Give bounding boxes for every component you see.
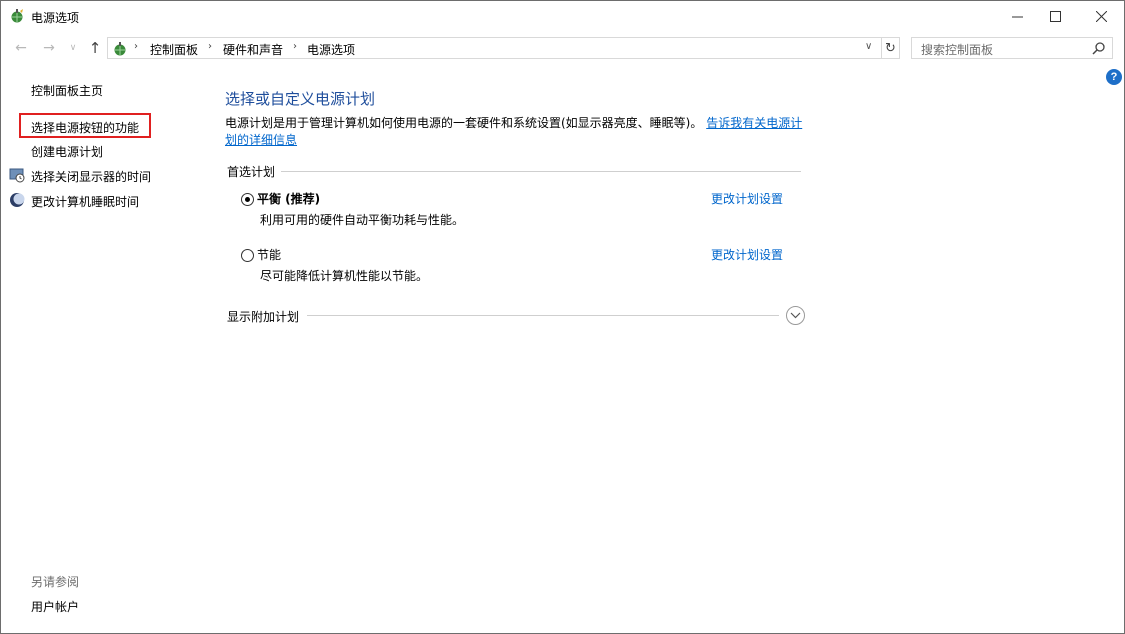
section-divider bbox=[307, 315, 779, 316]
recent-locations-button[interactable]: ∨ bbox=[63, 37, 83, 59]
power-saver-plan-description: 尽可能降低计算机性能以节能。 bbox=[260, 269, 429, 283]
navigation-bar: ← → ∨ ↑ › 控制面板 › 硬件和声音 › 电源选项 ∨ ↻ 搜索控制面板 bbox=[1, 33, 1124, 63]
breadcrumb-separator: › bbox=[134, 41, 138, 52]
search-icon bbox=[1092, 42, 1105, 55]
user-accounts-link[interactable]: 用户帐户 bbox=[31, 598, 79, 615]
breadcrumb-hardware-sound[interactable]: 硬件和声音 bbox=[223, 41, 283, 58]
power-saver-plan-name[interactable]: 节能 bbox=[257, 246, 281, 263]
chevron-down-icon bbox=[790, 312, 801, 319]
back-arrow-icon: ← bbox=[15, 40, 27, 56]
power-options-icon bbox=[11, 9, 23, 23]
balanced-plan-name[interactable]: 平衡 (推荐) bbox=[257, 190, 320, 207]
close-button[interactable] bbox=[1078, 1, 1124, 31]
search-placeholder: 搜索控制面板 bbox=[921, 43, 994, 57]
chevron-down-icon: ∨ bbox=[69, 43, 77, 53]
close-icon bbox=[1095, 10, 1107, 22]
maximize-button[interactable] bbox=[1032, 1, 1078, 31]
breadcrumb-separator[interactable]: › bbox=[293, 41, 297, 52]
refresh-button[interactable]: ↻ bbox=[882, 37, 900, 59]
window-title: 电源选项 bbox=[31, 11, 80, 25]
power-saver-change-settings-link[interactable]: 更改计划设置 bbox=[711, 246, 783, 263]
forward-arrow-icon: → bbox=[43, 40, 55, 56]
forward-button[interactable]: → bbox=[39, 37, 59, 59]
breadcrumb-separator[interactable]: › bbox=[208, 41, 212, 52]
sidebar-item-sleep-time[interactable]: 更改计算机睡眠时间 bbox=[31, 193, 139, 210]
search-input[interactable]: 搜索控制面板 bbox=[911, 37, 1113, 59]
breadcrumb-power-options[interactable]: 电源选项 bbox=[307, 41, 355, 58]
sidebar-item-power-button-function[interactable]: 选择电源按钮的功能 bbox=[31, 119, 139, 136]
page-title: 选择或自定义电源计划 bbox=[225, 90, 376, 108]
section-divider bbox=[279, 171, 801, 172]
balanced-plan-description: 利用可用的硬件自动平衡功耗与性能。 bbox=[260, 213, 465, 227]
see-also-heading: 另请参阅 bbox=[31, 575, 80, 589]
refresh-icon: ↻ bbox=[885, 40, 896, 56]
moon-icon bbox=[10, 193, 25, 207]
balanced-plan-radio[interactable] bbox=[241, 193, 254, 206]
preferred-plans-heading: 首选计划 bbox=[227, 163, 282, 180]
help-icon[interactable]: ? bbox=[1106, 69, 1122, 85]
show-additional-plans-label[interactable]: 显示附加计划 bbox=[227, 308, 306, 325]
title-bar: 电源选项 bbox=[1, 1, 1124, 31]
description-text: 电源计划是用于管理计算机如何使用电源的一套硬件和系统设置(如显示器亮度、睡眠等)… bbox=[225, 116, 703, 130]
minimize-icon bbox=[1011, 16, 1023, 17]
control-panel-icon bbox=[114, 42, 126, 56]
maximize-icon bbox=[1049, 10, 1061, 22]
display-clock-icon bbox=[9, 168, 25, 183]
back-button[interactable]: ← bbox=[11, 37, 31, 59]
balanced-change-settings-link[interactable]: 更改计划设置 bbox=[711, 190, 783, 207]
expand-additional-plans-button[interactable] bbox=[786, 306, 805, 325]
sidebar-item-display-off-time[interactable]: 选择关闭显示器的时间 bbox=[31, 168, 151, 185]
sidebar-item-create-power-plan[interactable]: 创建电源计划 bbox=[31, 143, 103, 160]
power-options-window: 电源选项 ← → ∨ ↑ › 控制面板 › 硬件和声音 › 电源选项 ∨ ↻ 搜… bbox=[0, 0, 1125, 634]
sidebar-control-panel-home[interactable]: 控制面板主页 bbox=[31, 82, 103, 99]
address-bar[interactable]: › 控制面板 › 硬件和声音 › 电源选项 ∨ bbox=[107, 37, 882, 59]
address-dropdown-icon[interactable]: ∨ bbox=[865, 41, 872, 52]
page-description: 电源计划是用于管理计算机如何使用电源的一套硬件和系统设置(如显示器亮度、睡眠等)… bbox=[225, 115, 805, 149]
up-button[interactable]: ↑ bbox=[85, 37, 105, 59]
power-saver-plan-radio[interactable] bbox=[241, 249, 254, 262]
up-arrow-icon: ↑ bbox=[88, 39, 102, 57]
breadcrumb-control-panel[interactable]: 控制面板 bbox=[150, 41, 198, 58]
